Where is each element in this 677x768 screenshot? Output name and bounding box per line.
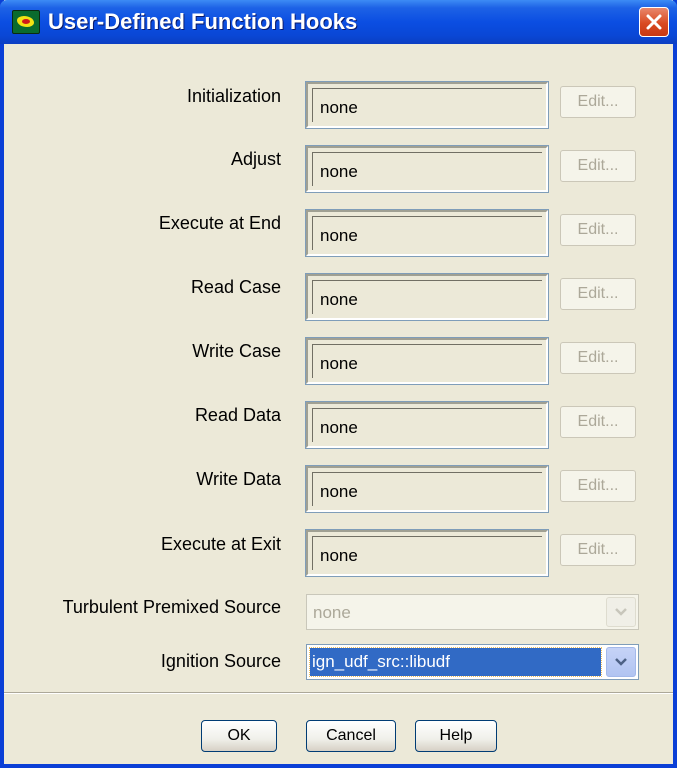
edit-button-execute-at-end[interactable]: Edit... xyxy=(560,214,636,246)
hook-field-write-data: none xyxy=(305,465,549,513)
dropdown-value: none xyxy=(313,603,351,622)
hook-label-read-case: Read Case xyxy=(190,277,281,297)
hook-value: none xyxy=(320,290,358,309)
close-icon xyxy=(646,14,662,30)
dropdown-selected-value: ign_udf_src::libudf xyxy=(309,647,602,677)
hook-value: none xyxy=(320,226,358,245)
hook-label-initialization: Initialization xyxy=(186,86,281,106)
chevron-down-icon xyxy=(615,608,627,616)
help-button[interactable]: Help xyxy=(415,720,497,752)
hook-label-execute-at-end: Execute at End xyxy=(158,213,281,233)
turbulent-premixed-source-dropdown[interactable]: none xyxy=(306,594,639,630)
hook-field-execute-at-exit: none xyxy=(305,529,549,577)
dropdown-arrow-button[interactable] xyxy=(606,647,636,677)
hook-value: none xyxy=(320,546,358,565)
edit-button-read-case[interactable]: Edit... xyxy=(560,278,636,310)
turbulent-premixed-source-label: Turbulent Premixed Source xyxy=(62,597,281,617)
hook-field-write-case: none xyxy=(305,337,549,385)
hook-label-adjust: Adjust xyxy=(230,149,281,169)
edit-button-write-data[interactable]: Edit... xyxy=(560,470,636,502)
fluent-app-icon xyxy=(12,10,40,34)
button-separator xyxy=(4,692,673,694)
hook-value: none xyxy=(320,354,358,373)
hook-label-write-data: Write Data xyxy=(196,469,281,489)
ignition-source-dropdown[interactable]: ign_udf_src::libudf xyxy=(306,644,639,680)
hook-value: none xyxy=(320,418,358,437)
edit-button-write-case[interactable]: Edit... xyxy=(560,342,636,374)
hook-value: none xyxy=(320,98,358,117)
close-button[interactable] xyxy=(639,7,669,37)
hook-field-read-case: none xyxy=(305,273,549,321)
edit-button-execute-at-exit[interactable]: Edit... xyxy=(560,534,636,566)
hook-value: none xyxy=(320,482,358,501)
hook-field-initialization: none xyxy=(305,81,549,129)
edit-button-read-data[interactable]: Edit... xyxy=(560,406,636,438)
ignition-source-label: Ignition Source xyxy=(160,651,281,671)
hook-field-adjust: none xyxy=(305,145,549,193)
cancel-button[interactable]: Cancel xyxy=(306,720,396,752)
hook-label-execute-at-exit: Execute at Exit xyxy=(160,534,281,554)
title-bar[interactable]: User-Defined Function Hooks xyxy=(0,0,677,44)
window-title: User-Defined Function Hooks xyxy=(48,9,358,34)
ok-button[interactable]: OK xyxy=(201,720,277,752)
hook-label-read-data: Read Data xyxy=(194,405,281,425)
dialog-window: User-Defined Function Hooks Initializati… xyxy=(0,0,677,768)
dropdown-arrow-button[interactable] xyxy=(606,597,636,627)
edit-button-adjust[interactable]: Edit... xyxy=(560,150,636,182)
hook-field-execute-at-end: none xyxy=(305,209,549,257)
hook-value: none xyxy=(320,162,358,181)
chevron-down-icon xyxy=(615,658,627,666)
edit-button-initialization[interactable]: Edit... xyxy=(560,86,636,118)
hook-field-read-data: none xyxy=(305,401,549,449)
hook-label-write-case: Write Case xyxy=(192,341,281,361)
